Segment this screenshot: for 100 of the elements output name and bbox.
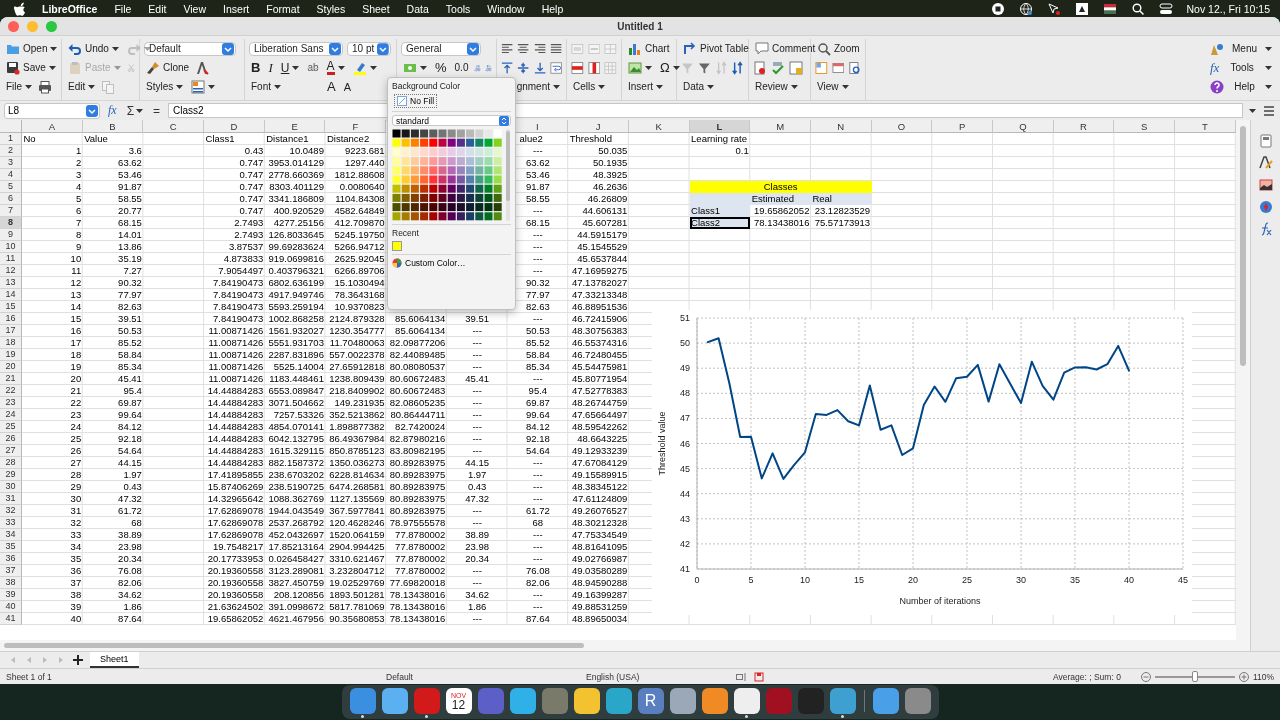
column-header[interactable]: A — [22, 120, 83, 133]
app-icon[interactable] — [701, 688, 728, 714]
insert-columns-icon[interactable] — [587, 60, 601, 75]
menu-button[interactable]: Menu — [1208, 40, 1274, 57]
gallery-icon[interactable] — [1258, 178, 1273, 192]
row-header[interactable]: 17 — [0, 325, 22, 337]
slider-thumb[interactable] — [1191, 671, 1198, 682]
close-button[interactable] — [8, 20, 19, 32]
menu-item[interactable]: View — [183, 2, 207, 15]
printer-icon[interactable] — [38, 79, 53, 94]
menu-item[interactable]: Format — [266, 2, 300, 15]
row-header[interactable]: 1 — [0, 133, 22, 145]
column-header[interactable]: Q — [993, 120, 1054, 133]
palette-dropdown[interactable]: standard — [392, 115, 511, 126]
help-button[interactable]: Help — [1208, 78, 1274, 95]
row-header[interactable]: 14 — [0, 289, 22, 301]
image-button[interactable] — [626, 59, 654, 76]
number-format-button[interactable]: 0.0 — [452, 61, 471, 74]
no-fill-button[interactable]: No Fill — [394, 94, 438, 108]
undo-button[interactable]: Undo — [66, 40, 121, 57]
row-header[interactable]: 15 — [0, 301, 22, 313]
row-header[interactable]: 16 — [0, 313, 22, 325]
scrollbar-icon[interactable] — [505, 129, 511, 221]
column-header[interactable]: K — [628, 120, 690, 133]
special-character-button[interactable]: Ω — [658, 59, 682, 76]
row-header[interactable]: 23 — [0, 397, 22, 409]
row-header[interactable]: 31 — [0, 493, 22, 505]
save-button[interactable]: Save — [4, 59, 58, 76]
color-palette-drawing[interactable] — [392, 129, 503, 221]
menu-button[interactable]: Styles — [144, 80, 186, 93]
app-icon[interactable] — [509, 688, 536, 714]
menu-button[interactable]: View — [815, 80, 851, 93]
table-cell[interactable]: Class2 — [689, 217, 751, 229]
menu-button[interactable]: Edit — [66, 80, 98, 93]
row-header[interactable]: 37 — [0, 565, 22, 577]
row-header[interactable]: 19 — [0, 349, 22, 361]
sum-button[interactable]: Σ — [124, 103, 146, 118]
number-format-dropdown[interactable]: General — [401, 41, 481, 56]
sheet-tab[interactable]: Sheet1 — [90, 652, 139, 668]
scrollbar[interactable] — [1236, 120, 1250, 651]
bold-button[interactable]: B — [249, 59, 263, 76]
wrap-text-icon[interactable] — [549, 60, 562, 75]
app-icon[interactable] — [872, 688, 899, 714]
grow-font-button[interactable]: A — [325, 78, 338, 95]
menu-item[interactable]: LibreOffice — [42, 2, 98, 15]
row-header[interactable]: 24 — [0, 409, 22, 421]
cursor-icon[interactable] — [1046, 1, 1061, 16]
font-size-dropdown[interactable]: 10 pt — [347, 41, 391, 56]
navigator-icon[interactable] — [1258, 200, 1273, 214]
menu-item[interactable]: Sheet — [362, 2, 390, 15]
freeze-panes-icon[interactable] — [815, 60, 828, 75]
row-header[interactable]: 34 — [0, 529, 22, 541]
row-header[interactable]: 6 — [0, 193, 22, 205]
column-header[interactable]: T — [1175, 120, 1236, 133]
column-header[interactable]: M — [750, 120, 811, 133]
row-header[interactable]: 7 — [0, 205, 22, 217]
insert-rows-icon[interactable] — [571, 60, 584, 75]
row-header[interactable]: 3 — [0, 157, 22, 169]
tools-button[interactable]: fx Tools — [1208, 58, 1274, 77]
zoom-out-icon[interactable] — [1140, 671, 1151, 682]
row-header[interactable]: 39 — [0, 589, 22, 601]
shrink-font-button[interactable]: A — [341, 79, 354, 94]
spelling-icon[interactable] — [771, 60, 785, 75]
menu-button[interactable]: Data — [681, 80, 717, 93]
row-header[interactable]: 25 — [0, 421, 22, 433]
row-header[interactable]: 21 — [0, 373, 22, 385]
align-bottom-icon[interactable] — [533, 60, 546, 75]
document-modified-icon[interactable] — [754, 671, 764, 682]
row-header[interactable]: 2 — [0, 145, 22, 157]
row-header[interactable]: 4 — [0, 169, 22, 181]
custom-color-button[interactable]: Custom Color… — [392, 258, 466, 268]
headers-icon[interactable] — [831, 60, 845, 75]
menu-item[interactable]: Styles — [316, 2, 346, 15]
menu-item[interactable]: File — [114, 2, 132, 15]
menu-item[interactable]: Data — [406, 2, 429, 15]
protect-sheet-icon[interactable] — [789, 60, 803, 75]
print-preview-icon[interactable] — [848, 60, 861, 75]
row-header[interactable]: 40 — [0, 601, 22, 613]
app-icon[interactable] — [669, 688, 696, 714]
row-header[interactable]: 36 — [0, 553, 22, 565]
scrollbar-thumb[interactable] — [1240, 126, 1246, 366]
zoom-slider[interactable] — [1154, 671, 1235, 682]
menu-item[interactable]: Insert — [223, 2, 250, 15]
clone-button[interactable]: Clone — [144, 59, 192, 76]
font-color-button[interactable]: A — [324, 59, 347, 76]
name-box[interactable]: L8 — [4, 102, 100, 119]
globe-icon[interactable] — [1018, 1, 1033, 16]
style-button[interactable] — [189, 78, 218, 95]
menu-button[interactable]: Insert — [626, 80, 665, 93]
pivot-table-button[interactable]: Pivot Table — [681, 40, 751, 57]
column-header[interactable]: D — [204, 120, 265, 133]
menu-button[interactable]: gnment — [514, 80, 562, 93]
percent-button[interactable]: % — [433, 59, 449, 76]
column-header[interactable]: L — [689, 120, 751, 133]
app-icon[interactable] — [605, 688, 632, 714]
selection-mode-icon[interactable] — [736, 671, 746, 682]
column-header[interactable]: E — [264, 120, 326, 133]
row-header[interactable]: 33 — [0, 517, 22, 529]
scrollbar-thumb[interactable] — [4, 643, 584, 648]
row-header[interactable]: 18 — [0, 337, 22, 349]
